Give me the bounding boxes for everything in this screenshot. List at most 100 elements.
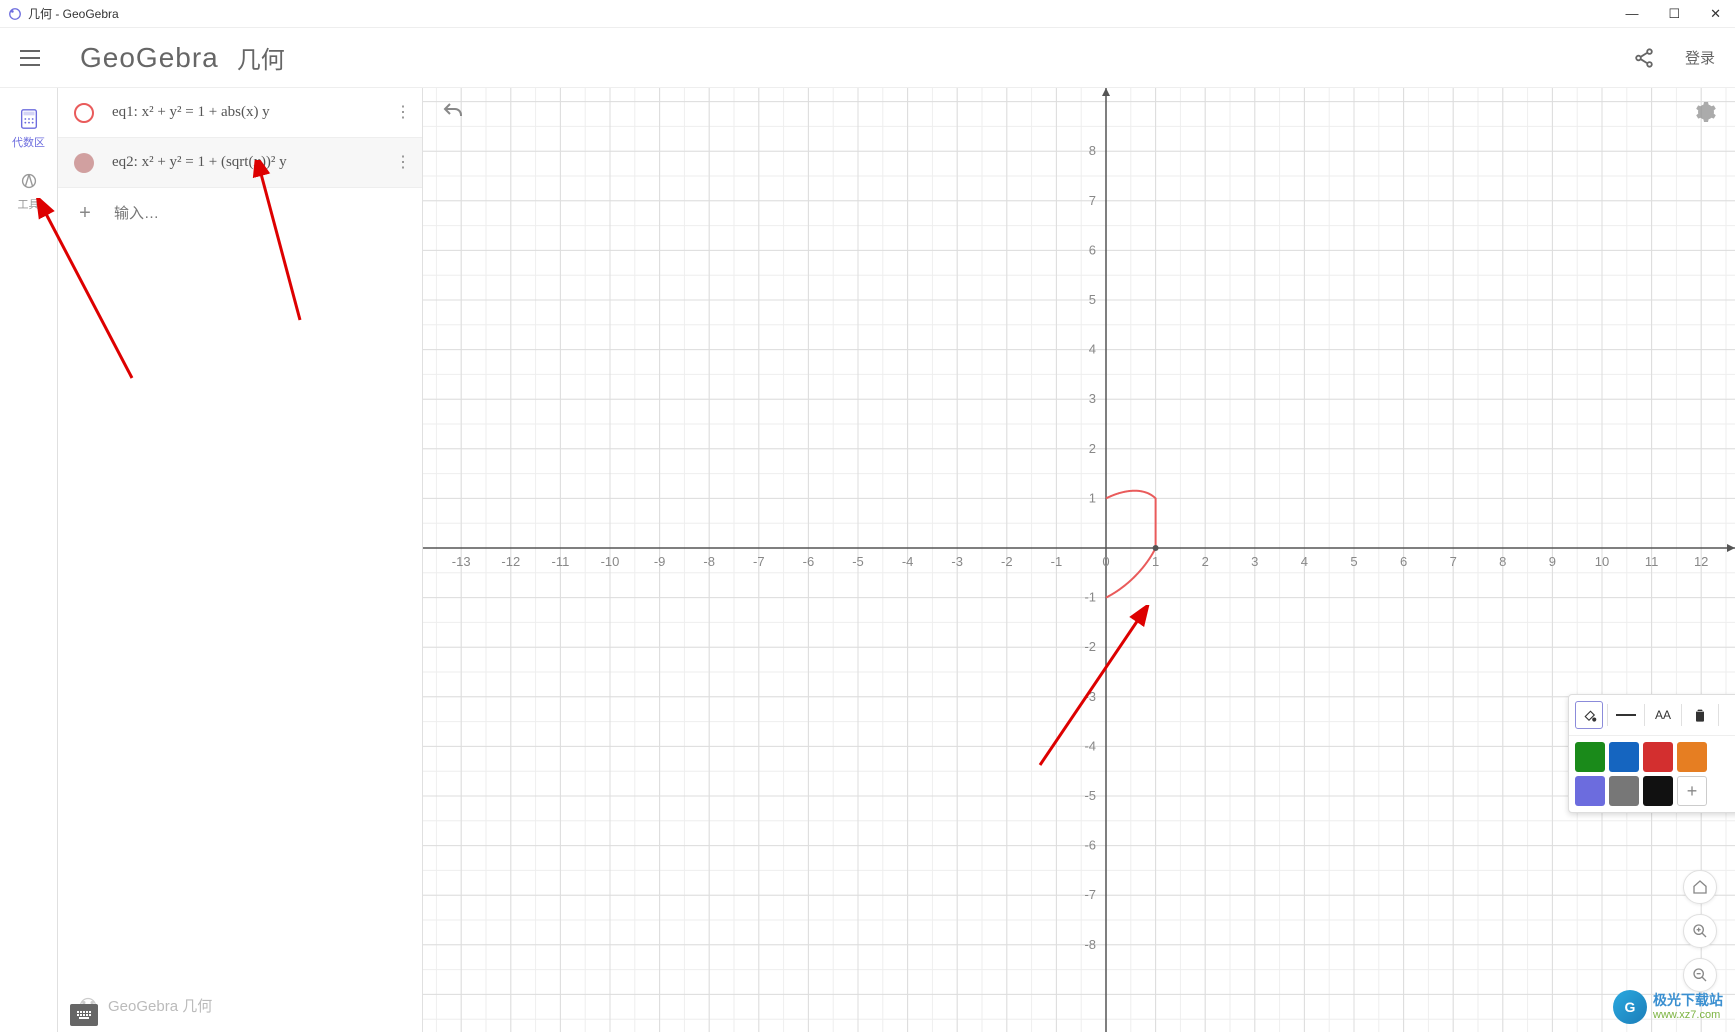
window-minimize[interactable]: —: [1619, 6, 1644, 22]
svg-text:3: 3: [1251, 554, 1258, 569]
window-close[interactable]: ✕: [1704, 6, 1727, 22]
graph-canvas[interactable]: -13-12-11-10-9-8-7-6-5-4-3-2-10123456789…: [423, 88, 1735, 1032]
line-style-tool[interactable]: [1612, 701, 1640, 729]
hamburger-menu[interactable]: [20, 50, 40, 66]
equation-row[interactable]: eq1: x² + y² = 1 + abs(x) y ⋮: [58, 88, 422, 138]
app-mode-title: 几何: [237, 40, 285, 75]
undo-button[interactable]: [441, 100, 465, 129]
equation-row[interactable]: eq2: x² + y² = 1 + (sqrt(x))² y ⋮: [58, 138, 422, 188]
paint-bucket-icon: [1580, 706, 1598, 724]
svg-text:4: 4: [1301, 554, 1308, 569]
color-palette: +: [1569, 736, 1735, 812]
zoom-out-icon: [1692, 967, 1708, 983]
color-swatch-gray[interactable]: [1609, 776, 1639, 806]
svg-text:-4: -4: [902, 554, 914, 569]
svg-text:-5: -5: [852, 554, 864, 569]
svg-text:-7: -7: [1084, 887, 1096, 902]
svg-text:1: 1: [1152, 554, 1159, 569]
svg-text:-6: -6: [1084, 838, 1096, 853]
sidebar-item-label: 代数区: [12, 134, 45, 150]
svg-text:-12: -12: [501, 554, 520, 569]
color-swatch-purple[interactable]: [1575, 776, 1605, 806]
algebra-footer: GeoGebra 几何: [58, 979, 422, 1032]
svg-text:5: 5: [1089, 292, 1096, 307]
svg-text:9: 9: [1549, 554, 1556, 569]
window-title: 几何 - GeoGebra: [28, 5, 119, 22]
color-swatch-red[interactable]: [1643, 742, 1673, 772]
watermark-line1: 极光下载站: [1653, 993, 1723, 1008]
svg-text:-3: -3: [951, 554, 963, 569]
login-button[interactable]: 登录: [1685, 47, 1715, 68]
svg-text:2: 2: [1089, 441, 1096, 456]
object-style-popup: AA ⋮ +: [1568, 694, 1735, 813]
equation-input[interactable]: [114, 205, 414, 222]
svg-text:0: 0: [1102, 554, 1109, 569]
color-swatch-black[interactable]: [1643, 776, 1673, 806]
graph-nav-controls: [1683, 870, 1717, 992]
sidebar-item-label: 工具: [18, 196, 40, 212]
svg-text:-9: -9: [654, 554, 666, 569]
equation-visibility-toggle[interactable]: [74, 153, 94, 173]
svg-text:7: 7: [1450, 554, 1457, 569]
share-icon[interactable]: [1633, 47, 1655, 69]
undo-icon: [441, 100, 465, 124]
svg-text:4: 4: [1089, 342, 1096, 357]
graph-home-button[interactable]: [1683, 870, 1717, 904]
graph-zoom-in-button[interactable]: [1683, 914, 1717, 948]
calculator-icon: [18, 108, 40, 130]
svg-text:-7: -7: [753, 554, 765, 569]
equation-visibility-toggle[interactable]: [74, 103, 94, 123]
color-add-button[interactable]: +: [1677, 776, 1707, 806]
style-more-menu[interactable]: ⋮: [1723, 701, 1735, 729]
label-style-tool[interactable]: AA: [1649, 701, 1677, 729]
sidebar-item-tools[interactable]: 工具: [18, 170, 40, 212]
svg-text:-2: -2: [1084, 639, 1096, 654]
sidebar-item-algebra[interactable]: 代数区: [12, 108, 45, 150]
text-style-label: AA: [1655, 708, 1671, 722]
graph-view[interactable]: -13-12-11-10-9-8-7-6-5-4-3-2-10123456789…: [423, 88, 1735, 1032]
svg-text:-4: -4: [1084, 738, 1096, 753]
line-icon: [1616, 712, 1636, 718]
svg-text:12: 12: [1694, 554, 1708, 569]
keyboard-toggle-button[interactable]: [70, 1004, 98, 1026]
app-header: GeoGebra 几何 登录: [0, 28, 1735, 88]
graph-zoom-out-button[interactable]: [1683, 958, 1717, 992]
svg-text:7: 7: [1089, 193, 1096, 208]
mini-sidebar: 代数区 工具: [0, 88, 58, 1032]
svg-text:10: 10: [1595, 554, 1609, 569]
svg-text:2: 2: [1202, 554, 1209, 569]
svg-text:-6: -6: [803, 554, 815, 569]
svg-text:6: 6: [1400, 554, 1407, 569]
svg-text:-1: -1: [1051, 554, 1063, 569]
svg-text:-8: -8: [703, 554, 715, 569]
svg-text:-5: -5: [1084, 788, 1096, 803]
delete-object-tool[interactable]: [1686, 701, 1714, 729]
window-maximize[interactable]: ☐: [1662, 6, 1686, 22]
equation-menu-icon[interactable]: ⋮: [391, 157, 414, 169]
equation-menu-icon[interactable]: ⋮: [391, 107, 414, 119]
watermark: G 极光下载站 www.xz7.com: [1613, 990, 1723, 1024]
color-swatch-orange[interactable]: [1677, 742, 1707, 772]
graph-settings-button[interactable]: [1693, 100, 1717, 129]
svg-text:8: 8: [1089, 143, 1096, 158]
watermark-line2: www.xz7.com: [1653, 1009, 1723, 1021]
equation-expression[interactable]: eq2: x² + y² = 1 + (sqrt(x))² y: [112, 154, 381, 171]
svg-text:-8: -8: [1084, 937, 1096, 952]
svg-text:-1: -1: [1084, 590, 1096, 605]
color-swatch-green[interactable]: [1575, 742, 1605, 772]
color-swatch-blue[interactable]: [1609, 742, 1639, 772]
equation-input-row: +: [58, 188, 422, 238]
equation-expression[interactable]: eq1: x² + y² = 1 + abs(x) y: [112, 104, 381, 121]
svg-text:3: 3: [1089, 391, 1096, 406]
svg-text:11: 11: [1645, 554, 1659, 569]
svg-text:-3: -3: [1084, 689, 1096, 704]
svg-text:8: 8: [1499, 554, 1506, 569]
svg-text:6: 6: [1089, 242, 1096, 257]
add-equation-button[interactable]: +: [72, 200, 98, 226]
zoom-in-icon: [1692, 923, 1708, 939]
watermark-logo: G: [1613, 990, 1647, 1024]
svg-text:-13: -13: [452, 554, 471, 569]
fill-color-tool[interactable]: [1575, 701, 1603, 729]
gear-icon: [1693, 100, 1717, 124]
algebra-panel: eq1: x² + y² = 1 + abs(x) y ⋮ eq2: x² + …: [58, 88, 423, 1032]
